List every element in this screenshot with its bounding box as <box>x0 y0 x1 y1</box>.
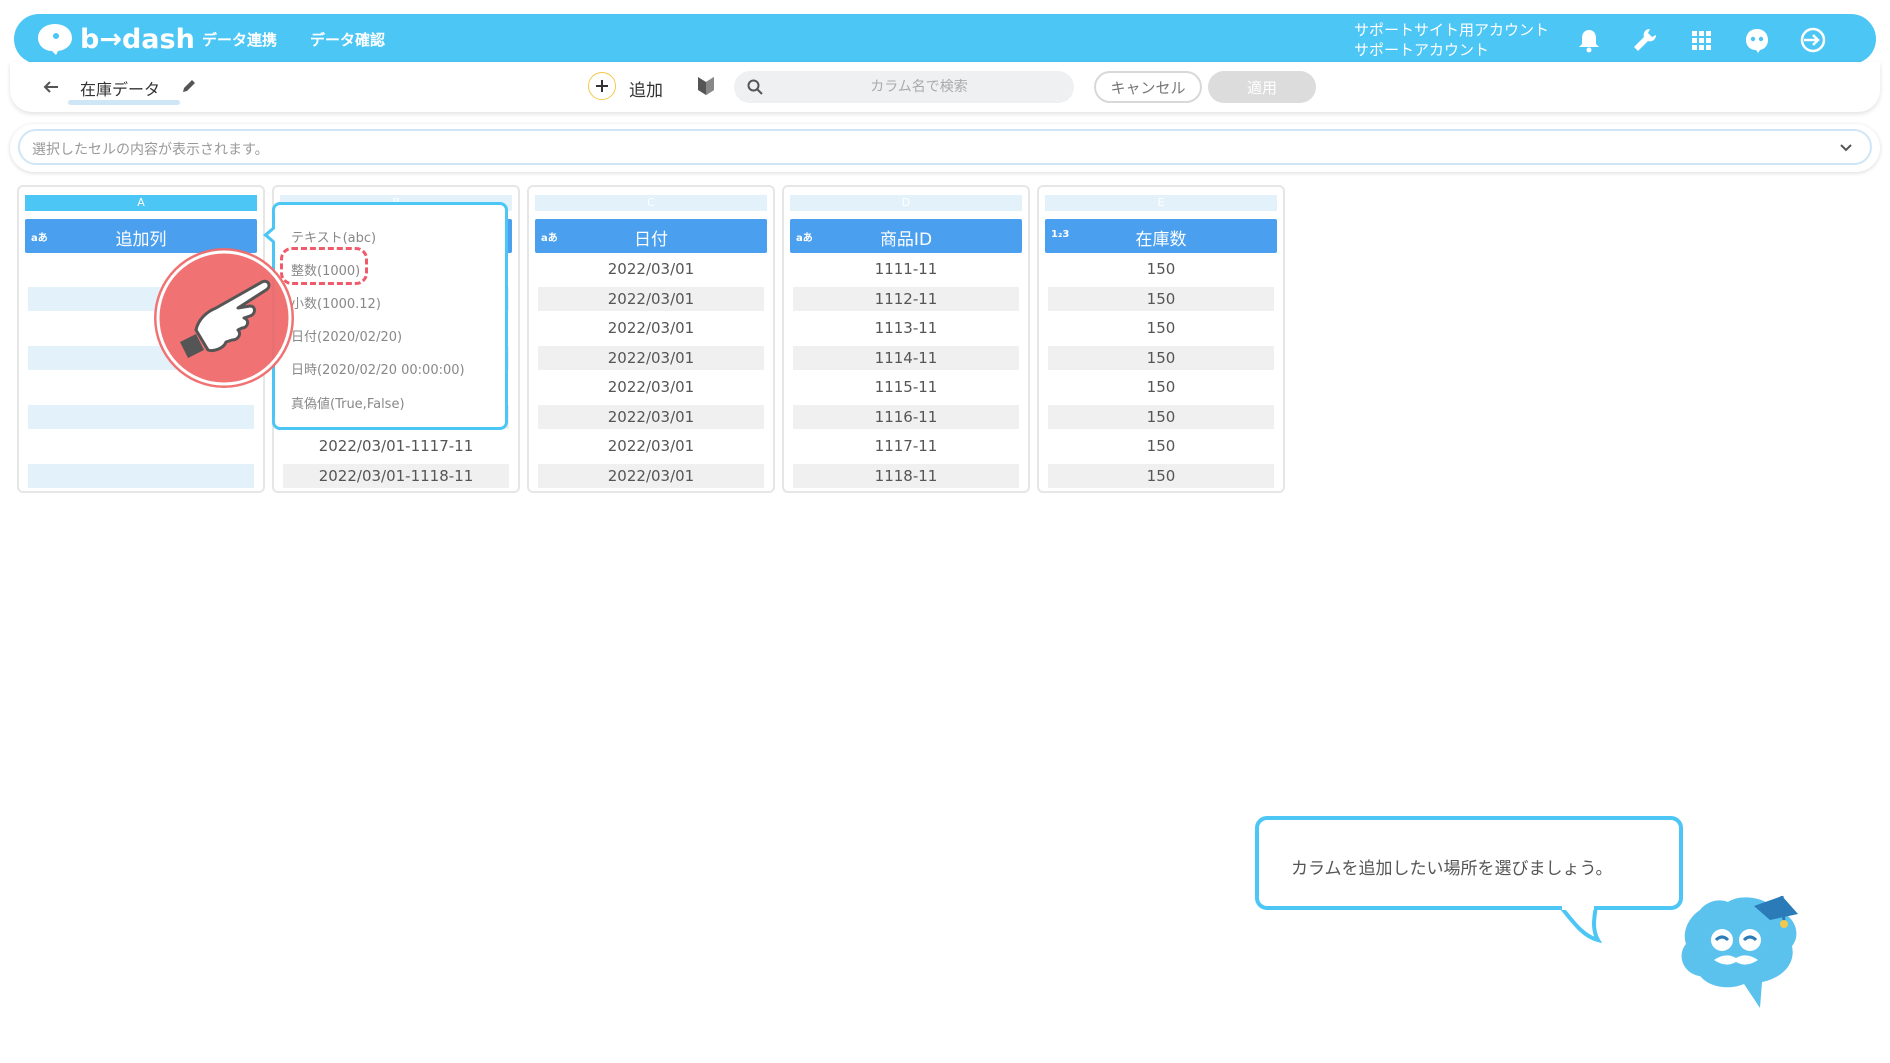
table-cell[interactable]: 150 <box>1048 287 1274 311</box>
table-cell[interactable]: 2022/03/01-1117-11 <box>283 434 509 458</box>
table-cell[interactable] <box>28 434 254 458</box>
nav-data-integration[interactable]: データ連携 <box>202 14 277 64</box>
column-letter: D <box>790 195 1022 211</box>
table-cell[interactable]: 2022/03/01 <box>538 346 764 370</box>
search-icon <box>747 79 763 95</box>
column-header[interactable]: aあ 日付 <box>535 219 767 253</box>
cell-content-placeholder: 選択したセルの内容が表示されます。 <box>32 142 269 158</box>
add-column-label[interactable]: 追加 <box>629 76 663 101</box>
column-letter: A <box>25 195 257 211</box>
chevron-down-icon[interactable] <box>1836 139 1856 157</box>
cell-content-bar[interactable]: 選択したセルの内容が表示されます。 <box>18 129 1872 165</box>
app-header: b→dash データ連携 データ確認 サポートサイト用アカウント サポートアカウ… <box>14 14 1876 64</box>
table-cell[interactable]: 1112-11 <box>793 287 1019 311</box>
column-search[interactable] <box>734 71 1074 103</box>
table-cell[interactable]: 2022/03/01 <box>538 375 764 399</box>
table-cell[interactable]: 1118-11 <box>793 464 1019 488</box>
beginner-mark-icon[interactable] <box>696 75 716 97</box>
table-cell[interactable]: 2022/03/01 <box>538 257 764 281</box>
plus-icon <box>596 80 608 92</box>
brand-logo[interactable]: b→dash <box>36 22 195 56</box>
grid-icon[interactable] <box>1686 25 1716 55</box>
column-search-input[interactable] <box>774 71 1064 103</box>
balloon-tail <box>1558 906 1603 944</box>
cell-content-panel: 選択したセルの内容が表示されます。 <box>10 124 1880 172</box>
guide-balloon: カラムを追加したい場所を選びましょう。 <box>1255 816 1683 910</box>
account-site-name: サポートサイト用アカウント <box>1354 21 1550 39</box>
type-option-decimal[interactable]: 小数(1000.12) <box>291 293 381 312</box>
pointing-hand-icon <box>154 248 294 388</box>
table-cell[interactable]: 2022/03/01 <box>538 405 764 429</box>
mascot-icon[interactable] <box>1742 25 1772 55</box>
table-cell[interactable]: 150 <box>1048 375 1274 399</box>
table-cell[interactable]: 1111-11 <box>793 257 1019 281</box>
column-letter: C <box>535 195 767 211</box>
column-header[interactable]: aあ 商品ID <box>790 219 1022 253</box>
account-info[interactable]: サポートサイト用アカウント サポートアカウント <box>1354 20 1549 60</box>
table-cell[interactable]: 150 <box>1048 346 1274 370</box>
type-option-boolean[interactable]: 真偽値(True,False) <box>291 393 405 412</box>
table-cell[interactable]: 150 <box>1048 464 1274 488</box>
table-cell[interactable]: 1115-11 <box>793 375 1019 399</box>
mascot-character-icon <box>1681 895 1798 1008</box>
table-cell[interactable]: 150 <box>1048 434 1274 458</box>
nav-data-check[interactable]: データ確認 <box>310 14 385 64</box>
column-letter: E <box>1045 195 1277 211</box>
table-cell[interactable]: 2022/03/01 <box>538 434 764 458</box>
table-cell[interactable]: 1117-11 <box>793 434 1019 458</box>
column-name: 在庫数 <box>1135 230 1187 250</box>
table-cell[interactable]: 150 <box>1048 405 1274 429</box>
column-e[interactable]: E 1₂3 在庫数 150 150 150 150 150 150 150 15… <box>1037 185 1285 493</box>
column-header[interactable]: 1₂3 在庫数 <box>1045 219 1277 253</box>
table-cell[interactable]: 1114-11 <box>793 346 1019 370</box>
column-d[interactable]: D aあ 商品ID 1111-11 1112-11 1113-11 1114-1… <box>782 185 1030 493</box>
table-cell[interactable]: 150 <box>1048 257 1274 281</box>
sheet-toolbar: 在庫データ 追加 キャンセル 適用 <box>10 62 1880 112</box>
column-type-dropdown: テキスト(abc) 整数(1000) 小数(1000.12) 日付(2020/0… <box>263 202 508 430</box>
table-cell[interactable] <box>28 464 254 488</box>
pencil-icon[interactable] <box>180 77 198 95</box>
dropdown-pointer-inner <box>268 228 276 242</box>
table-cell[interactable]: 2022/03/01 <box>538 287 764 311</box>
column-c[interactable]: C aあ 日付 2022/03/01 2022/03/01 2022/03/01… <box>527 185 775 493</box>
guide-message: カラムを追加したい場所を選びましょう。 <box>1291 859 1613 879</box>
account-user-name: サポートアカウント <box>1354 41 1490 59</box>
logo-bubble-icon <box>38 24 72 55</box>
sheet-name[interactable]: 在庫データ <box>80 76 160 100</box>
logout-icon[interactable] <box>1798 25 1828 55</box>
bell-icon[interactable] <box>1574 25 1604 55</box>
back-arrow-icon[interactable] <box>40 76 62 98</box>
type-option-text[interactable]: テキスト(abc) <box>291 227 376 246</box>
sheet-name-underline <box>68 100 180 105</box>
column-name: 日付 <box>634 230 668 250</box>
add-column-button[interactable] <box>588 72 616 100</box>
apply-button[interactable]: 適用 <box>1208 71 1316 103</box>
table-cell[interactable]: 2022/03/01 <box>538 316 764 340</box>
column-name: 商品ID <box>879 230 933 250</box>
type-option-datetime[interactable]: 日時(2020/02/20 00:00:00) <box>291 359 465 378</box>
brand-name: b→dash <box>80 23 195 55</box>
table-cell[interactable]: 1113-11 <box>793 316 1019 340</box>
table-cell[interactable] <box>28 405 254 429</box>
table-cell[interactable]: 1116-11 <box>793 405 1019 429</box>
table-cell[interactable]: 2022/03/01 <box>538 464 764 488</box>
type-option-date[interactable]: 日付(2020/02/20) <box>291 326 402 345</box>
table-cell[interactable]: 150 <box>1048 316 1274 340</box>
cancel-button[interactable]: キャンセル <box>1094 71 1202 103</box>
wrench-icon[interactable] <box>1630 25 1660 55</box>
table-cell[interactable]: 2022/03/01-1118-11 <box>283 464 509 488</box>
